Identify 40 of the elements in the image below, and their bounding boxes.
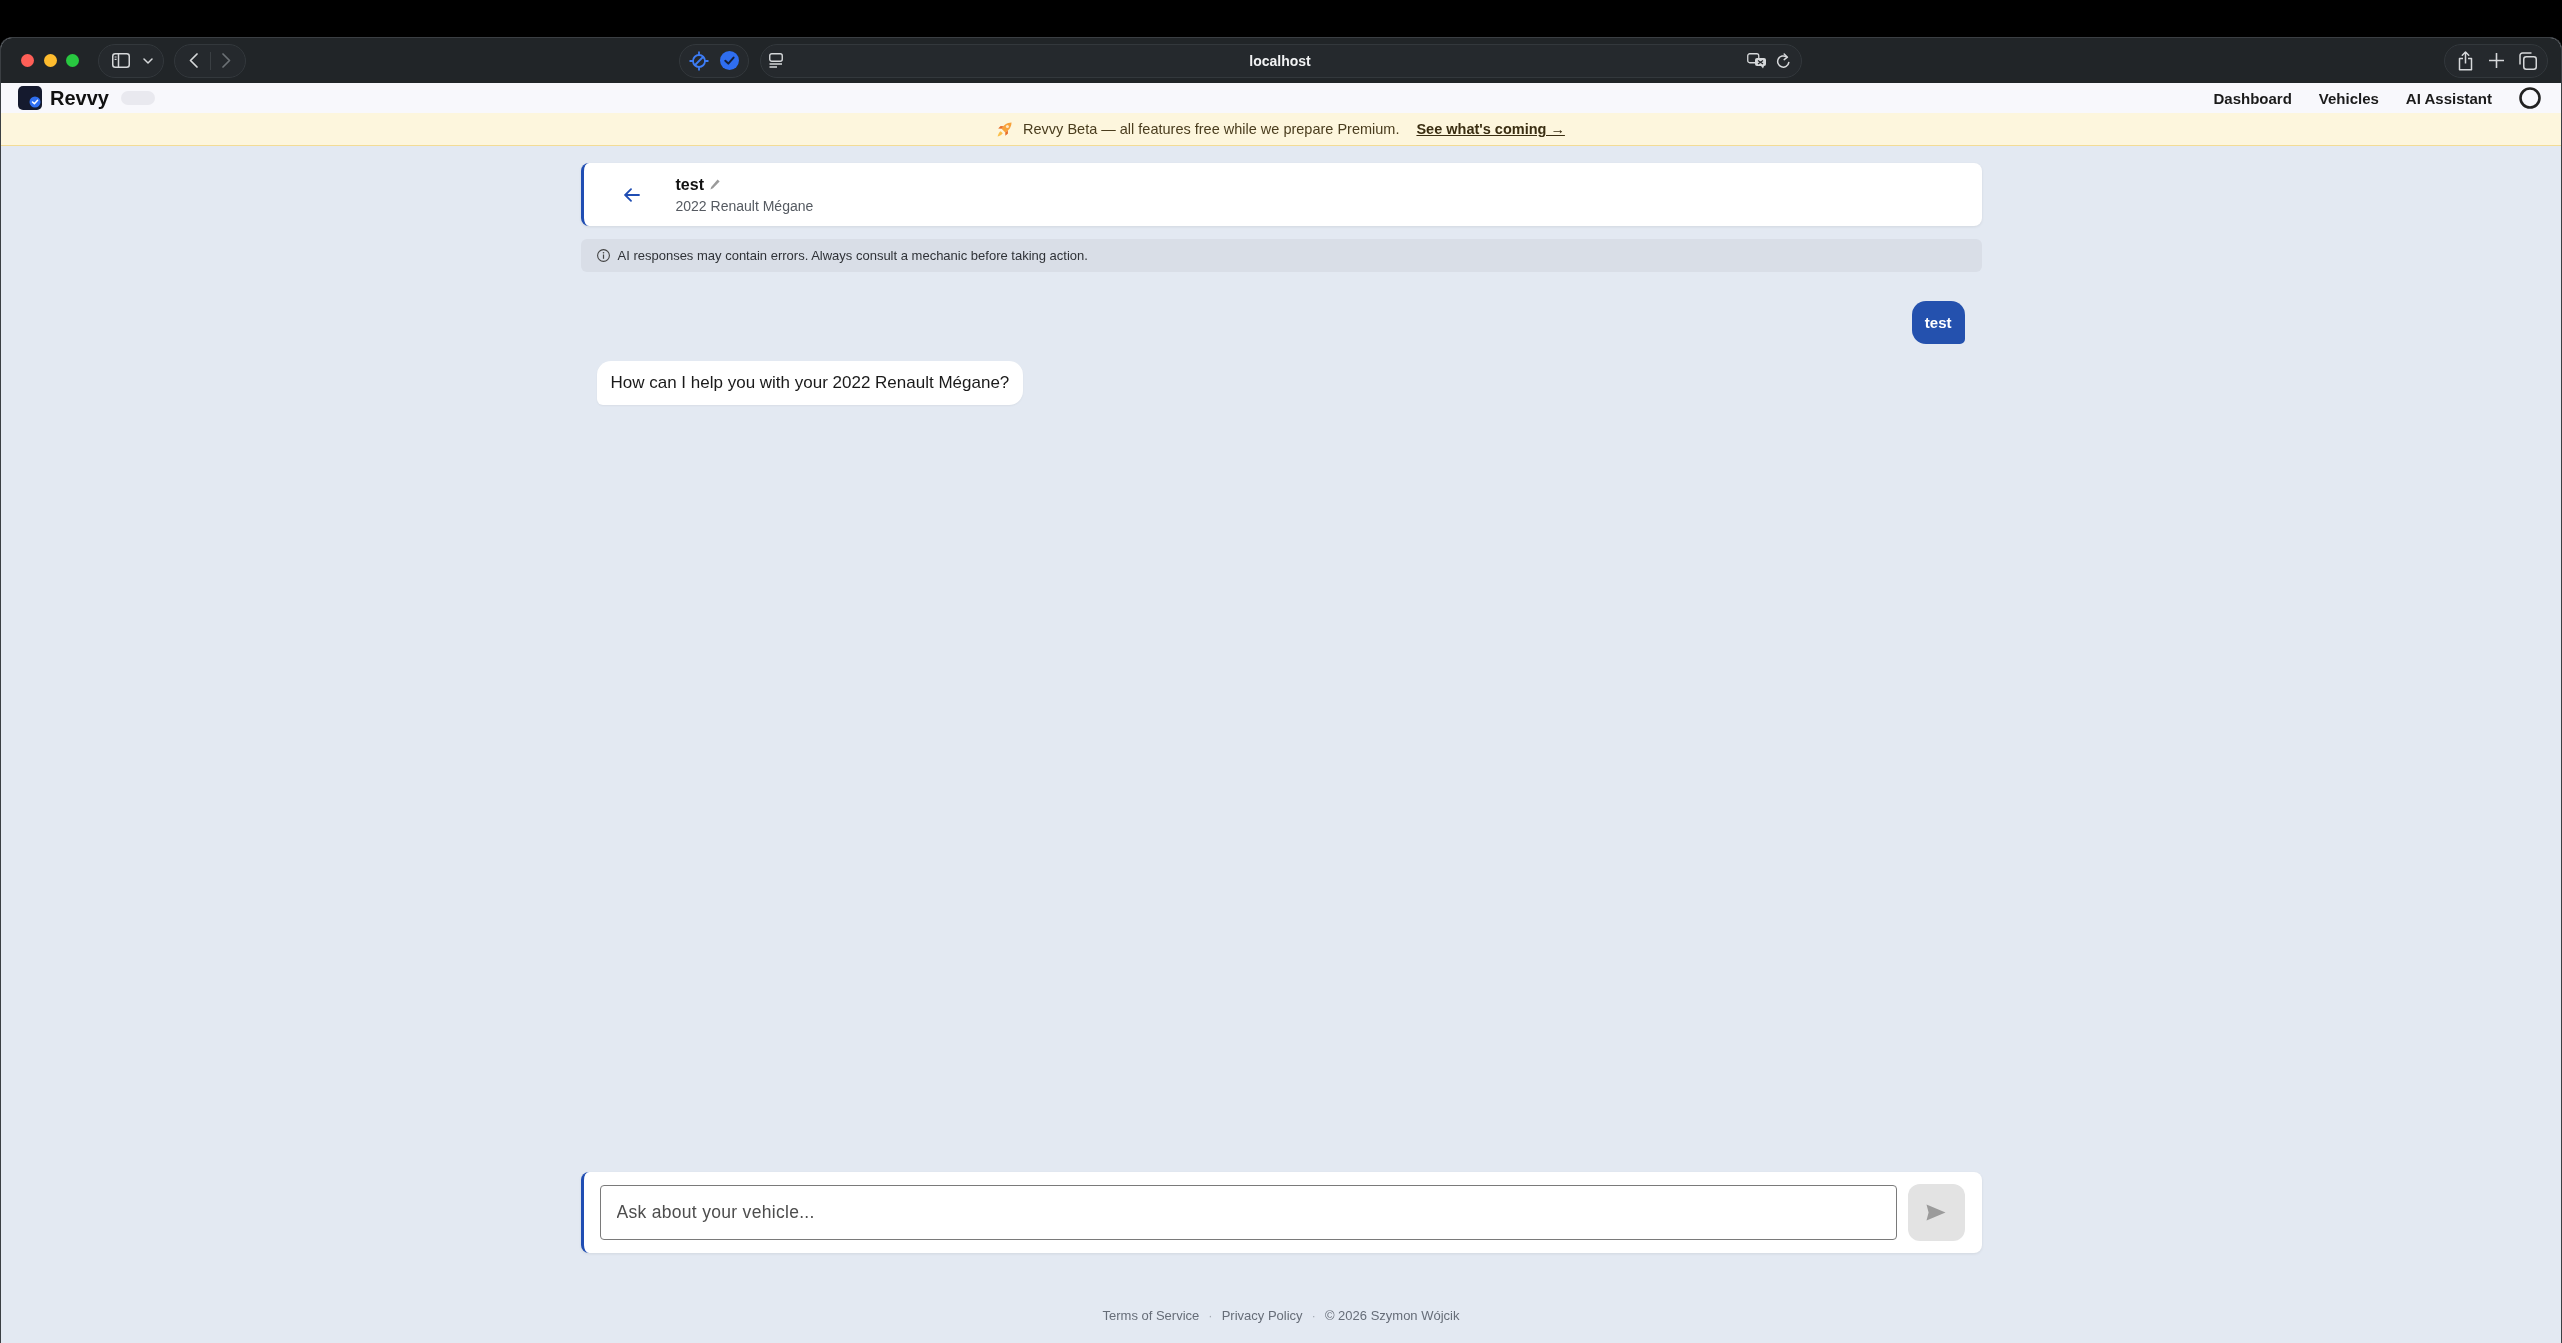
- close-icon[interactable]: [21, 54, 34, 67]
- url-text: localhost: [1249, 52, 1311, 69]
- address-bar[interactable]: localhost: [760, 43, 1802, 78]
- share-icon[interactable]: [2458, 50, 2473, 71]
- back-icon[interactable]: [189, 53, 198, 68]
- pencil-icon[interactable]: [709, 179, 720, 190]
- reload-icon[interactable]: [1776, 52, 1791, 69]
- brand-name[interactable]: Revvy: [50, 86, 109, 110]
- user-message: test: [1911, 301, 1965, 344]
- maximize-icon[interactable]: [66, 54, 79, 67]
- assistant-message: How can I help you with your 2022 Renault Mégane?: [596, 361, 1024, 405]
- nav-link[interactable]: AI Assistant: [2405, 89, 2492, 107]
- nav-link[interactable]: Dashboard: [2213, 89, 2292, 107]
- chat-title: test: [675, 175, 704, 194]
- tabs-icon[interactable]: [2519, 51, 2537, 70]
- banner-text: Revvy Beta — all features free while we prepare Premium.: [1023, 121, 1400, 137]
- speech-bubbles-icon[interactable]: [1747, 52, 1767, 69]
- message-input[interactable]: Ask about your vehicle...: [599, 1185, 1897, 1240]
- footer-separator: ·: [1311, 1308, 1316, 1324]
- info-icon: [596, 249, 610, 262]
- send-icon: [1926, 1204, 1946, 1221]
- footer-link[interactable]: Terms of Service: [1102, 1308, 1200, 1324]
- check-circle-icon[interactable]: [720, 51, 739, 70]
- minimize-icon[interactable]: [43, 54, 57, 67]
- avatar-icon[interactable]: [2519, 87, 2541, 109]
- footer-separator: ·: [1208, 1308, 1213, 1324]
- footer-link[interactable]: Privacy Policy: [1221, 1308, 1303, 1324]
- banner-link[interactable]: See what's coming →: [1416, 121, 1565, 137]
- back-arrow-icon[interactable]: [623, 187, 640, 202]
- crosshair-icon[interactable]: [689, 50, 709, 71]
- nav-link[interactable]: Vehicles: [2318, 89, 2379, 107]
- page-lines-icon[interactable]: [769, 53, 783, 68]
- sidebar-icon[interactable]: [112, 53, 130, 68]
- copyright-text: © 2026 Szymon Wójcik: [1324, 1308, 1460, 1324]
- vehicle-name: 2022 Renault Mégane: [675, 197, 814, 214]
- plus-icon[interactable]: [2488, 53, 2504, 68]
- logo-icon[interactable]: [18, 86, 42, 110]
- rocket-icon: [997, 121, 1013, 137]
- disclaimer-text: AI responses may contain errors. Always consult a mechanic before taking action.: [617, 248, 1088, 263]
- chevron-down-icon[interactable]: [143, 57, 153, 64]
